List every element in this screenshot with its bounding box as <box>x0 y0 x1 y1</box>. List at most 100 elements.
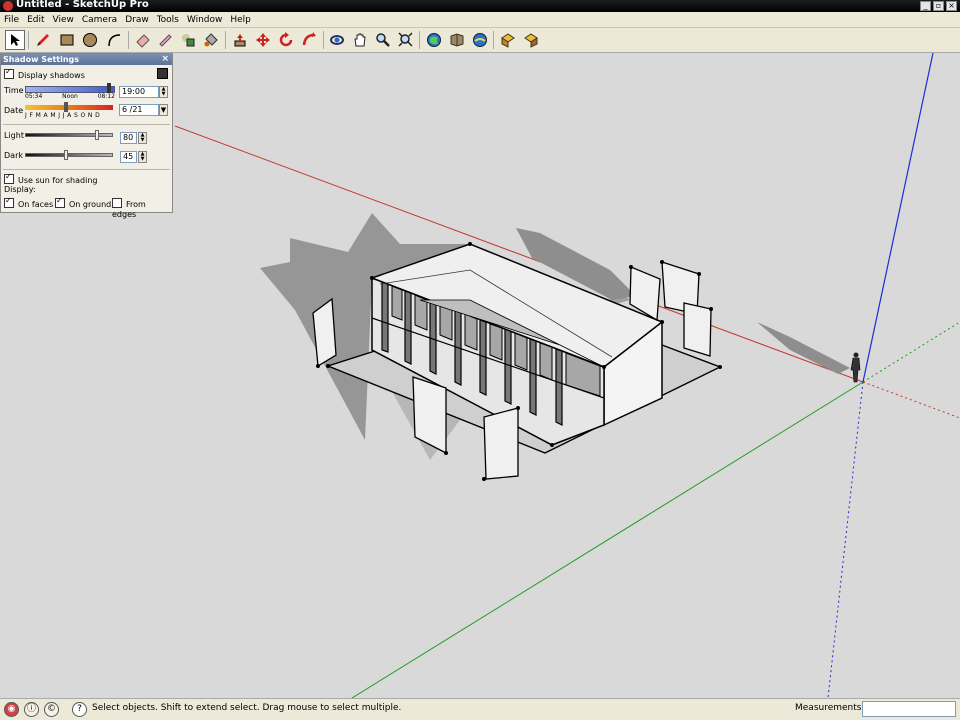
light-slider[interactable] <box>25 133 113 137</box>
paint-bucket-icon[interactable] <box>201 30 221 50</box>
time-spinner[interactable]: ▲ ▼ <box>159 86 168 98</box>
time-label: Time <box>4 86 24 95</box>
rotate-icon[interactable] <box>276 30 296 50</box>
time-slider-thumb[interactable] <box>107 83 111 93</box>
user-icon[interactable]: © <box>44 702 59 717</box>
credits-icon[interactable]: ⓘ <box>24 702 39 717</box>
dynamic-components-icon[interactable] <box>521 30 541 50</box>
date-label: Date <box>4 106 24 115</box>
on-faces-checkbox[interactable] <box>4 196 14 208</box>
on-ground-label: On ground <box>69 200 112 209</box>
date-dropdown-icon[interactable]: ▼ <box>159 104 168 116</box>
select-icon[interactable] <box>5 30 25 50</box>
measurements-label: Measurements <box>795 703 862 713</box>
circle-icon[interactable] <box>80 30 100 50</box>
menu-tools[interactable]: Tools <box>153 13 183 28</box>
make-component-icon[interactable] <box>178 30 198 50</box>
title-bar: Untitled - SketchUp Pro _ ▫ × <box>0 0 960 12</box>
blue-axis <box>862 53 934 383</box>
light-field[interactable]: 80 <box>120 132 137 144</box>
green-axis-negative <box>862 321 960 383</box>
date-slider-thumb[interactable] <box>64 102 68 112</box>
light-spinner[interactable]: ▲ ▼ <box>138 132 147 144</box>
pan-icon[interactable] <box>350 30 370 50</box>
on-ground-row[interactable]: On ground <box>55 196 112 210</box>
panel-header: Shadow Settings × <box>1 54 172 65</box>
menu-bar: File Edit View Camera Draw Tools Window Help <box>0 12 960 28</box>
date-months: J F M A M J J A S O N D <box>25 112 101 119</box>
toolbar-separator <box>419 31 420 49</box>
display-label: Display: <box>4 185 36 194</box>
display-shadows-checkbox[interactable] <box>4 67 14 79</box>
toolbar-separator <box>225 31 226 49</box>
dark-label: Dark <box>4 151 23 160</box>
on-faces-row[interactable]: On faces <box>4 196 54 210</box>
time-slider[interactable] <box>25 86 115 93</box>
status-bar: ◉ ⓘ © ? Select objects. Shift to extend … <box>0 698 960 720</box>
shadow-settings-panel: Shadow Settings × Display shadows Time 0… <box>0 53 173 219</box>
window-title: Untitled - SketchUp Pro <box>16 0 149 10</box>
display-shadows-label: Display shadows <box>18 71 85 80</box>
tape-measure-icon[interactable] <box>155 30 175 50</box>
time-start: 05:34 <box>25 93 43 100</box>
time-field[interactable]: 19:00 <box>119 86 159 98</box>
on-faces-label: On faces <box>18 200 54 209</box>
dark-field[interactable]: 45 <box>120 151 137 163</box>
help-icon[interactable]: ? <box>72 702 87 717</box>
close-icon[interactable]: × <box>161 54 169 65</box>
push-pull-icon[interactable] <box>230 30 250 50</box>
google-earth-icon[interactable] <box>470 30 490 50</box>
dark-spinner[interactable]: ▲ ▼ <box>138 151 147 163</box>
use-sun-label: Use sun for shading <box>18 176 98 185</box>
panel-divider <box>3 124 170 125</box>
use-sun-checkbox[interactable] <box>4 172 14 184</box>
from-edges-checkbox[interactable] <box>112 198 122 208</box>
status-message: Select objects. Shift to extend select. … <box>92 703 402 713</box>
menu-edit[interactable]: Edit <box>23 13 48 28</box>
red-axis-negative <box>862 381 960 419</box>
follow-me-icon[interactable] <box>299 30 319 50</box>
from-edges-row[interactable]: From edges <box>112 198 172 220</box>
on-ground-checkbox[interactable] <box>55 196 65 208</box>
pencil-icon[interactable] <box>33 30 53 50</box>
geo-location-icon[interactable]: ◉ <box>4 702 19 717</box>
toolbar-separator <box>493 31 494 49</box>
dark-slider-thumb[interactable] <box>64 150 68 160</box>
date-field[interactable]: 6 /21 <box>119 104 159 116</box>
main-toolbar <box>0 28 960 53</box>
toolbar-separator <box>128 31 129 49</box>
arc-icon[interactable] <box>104 30 124 50</box>
zoom-icon[interactable] <box>373 30 393 50</box>
minimize-icon[interactable]: _ <box>920 1 931 11</box>
time-end: 08:12 <box>97 93 115 100</box>
measurements-input[interactable] <box>862 701 956 717</box>
menu-draw[interactable]: Draw <box>121 13 153 28</box>
orbit-icon[interactable] <box>327 30 347 50</box>
move-icon[interactable] <box>253 30 273 50</box>
display-shadows-row[interactable]: Display shadows <box>4 67 85 81</box>
menu-file[interactable]: File <box>0 13 23 28</box>
eraser-icon[interactable] <box>133 30 153 50</box>
menu-view[interactable]: View <box>49 13 78 28</box>
menu-window[interactable]: Window <box>183 13 227 28</box>
toolbar-separator <box>323 31 324 49</box>
light-slider-thumb[interactable] <box>95 130 99 140</box>
close-icon[interactable]: × <box>946 1 957 11</box>
rectangle-icon[interactable] <box>57 30 77 50</box>
dark-slider[interactable] <box>25 153 113 157</box>
toolbar-separator <box>28 31 29 49</box>
maximize-icon[interactable]: ▫ <box>933 1 944 11</box>
blue-axis-negative <box>827 381 864 698</box>
sketchup-app-icon <box>3 1 13 11</box>
panel-divider <box>3 169 170 170</box>
menu-camera[interactable]: Camera <box>78 13 121 28</box>
share-model-icon[interactable] <box>447 30 467 50</box>
panel-title: Shadow Settings <box>3 55 80 64</box>
time-mid: Noon <box>62 93 78 100</box>
toggle-details-icon[interactable] <box>157 68 168 79</box>
menu-help[interactable]: Help <box>226 13 255 28</box>
components-icon[interactable] <box>498 30 518 50</box>
date-slider[interactable] <box>25 105 113 110</box>
zoom-extents-icon[interactable] <box>396 30 416 50</box>
get-models-icon[interactable] <box>424 30 444 50</box>
